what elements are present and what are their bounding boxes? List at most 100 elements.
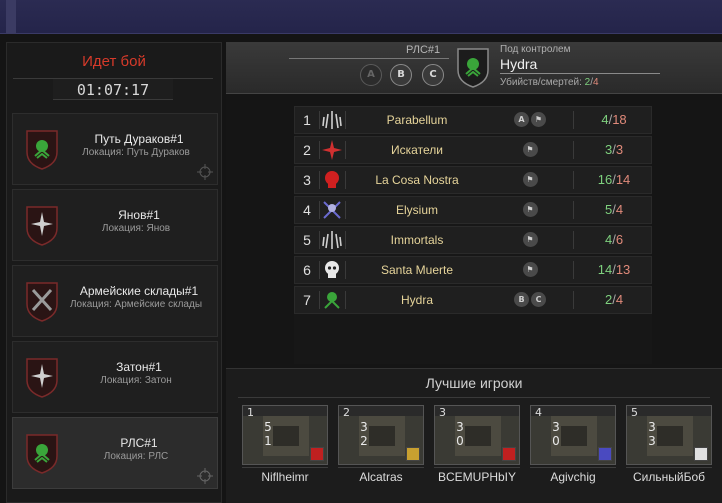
player-card[interactable]: 533 [626,405,712,465]
cap-b-icon: B [514,292,529,307]
player-stat-top: 5 [264,420,272,434]
clan-name: Santa Muerte [380,263,454,277]
clan-rank: 5 [303,232,311,248]
cap-c-indicator: C [422,64,444,86]
clan-caps: A ⚑ [495,112,565,128]
player-name[interactable]: Alcatras [338,467,424,484]
player-stat-top: 3 [552,420,560,434]
flag-icon: ⚑ [531,112,546,127]
clan-deaths: 14 [615,172,631,187]
player-stat-bottom: 2 [360,434,368,448]
gold-badge-icon [406,447,420,461]
location-title: Армейские склады#1 [79,284,199,298]
player-stat-bottom: 1 [264,434,272,448]
flag-icon: ⚑ [522,172,538,187]
hydra-emblem-icon [26,434,58,474]
player-stat-top: 3 [456,420,464,434]
clan-caps: ⚑ [495,172,565,188]
clan-kd: 5/4 [604,202,624,217]
clan-caps: ⚑ [495,232,565,248]
clan-rank: 3 [303,172,311,188]
best-players-title: Лучшие игроки [425,375,523,391]
player-name[interactable]: СильныйБоб [626,467,712,484]
crosshair-icon [197,164,213,180]
player-rank: 4 [535,406,542,419]
clan-deaths: 4 [615,202,624,217]
flag-icon: ⚑ [522,202,538,217]
clan-kills: 16 [597,172,613,187]
location-item-yanov[interactable]: Янов#1 Локация: Янов [12,189,218,261]
location-sub: Локация: Армейские склады [69,299,203,310]
battle-timer: 01:07:17 [13,78,213,100]
clan-deaths: 4 [615,292,624,307]
clan-kd: 2/4 [604,292,624,307]
clan-row[interactable]: 4 Elysium ⚑ 5/4 [294,196,652,224]
player-stat-bottom: 0 [552,434,560,448]
location-title: РЛС#1 [120,436,158,450]
location-item-rls[interactable]: РЛС#1 Локация: РЛС [12,417,218,489]
clan-deaths: 18 [612,112,627,127]
player-card[interactable]: 232 [338,405,424,465]
top-bar [0,0,722,34]
clan-kills: 4 [604,232,613,247]
player-card[interactable]: 430 [530,405,616,465]
point-name: РЛС#1 [406,44,441,56]
clan-caps: ⚑ [495,262,565,278]
white-skull-emblem-icon [325,261,339,278]
red-skull-emblem-icon [325,171,339,188]
clan-deaths: 13 [615,262,631,277]
crossed-swords-icon [26,282,58,322]
control-stats: Убийств/смертей: 2/4 [500,77,599,88]
clan-caps: ⚑ [495,142,565,158]
compass-star-icon [26,206,58,246]
location-title: Затон#1 [116,360,162,374]
cap-a-indicator: A [360,64,382,86]
clan-kills: 14 [597,262,613,277]
wings-emblem-icon [322,231,342,249]
clan-kd: 14/13 [597,262,631,277]
clan-row[interactable]: 7 Hydra B C 2/4 [294,286,652,314]
locations-panel: Идет бой 01:07:17 Путь Дураков#1 Локация… [6,42,222,503]
location-sub: Локация: РЛС [103,451,169,462]
flag-icon: ⚑ [522,232,538,247]
clan-row[interactable]: 1 Parabellum A ⚑ 4/18 [294,106,652,134]
clan-row[interactable]: 6 Santa Muerte ⚑ 14/13 [294,256,652,284]
red-skull-badge-icon [502,447,516,461]
location-item-zaton[interactable]: Затон#1 Локация: Затон [12,341,218,413]
clan-kd: 4/18 [601,112,627,127]
crosshair-icon [197,468,213,484]
location-sub: Локация: Путь Дураков [82,147,190,158]
location-item-put-durakov[interactable]: Путь Дураков#1 Локация: Путь Дураков [12,113,218,185]
battle-panel: РЛС#1 A B C Под контролем Hydra Убийств/… [226,42,722,503]
player-rank: 5 [631,406,638,419]
clan-kills: 5 [604,202,613,217]
clan-deaths: 6 [615,232,624,247]
clan-rank: 2 [303,142,311,158]
clan-table: 1 Parabellum A ⚑ 4/18 2 Искатели ⚑ 3/3 3 La Cosa N… [294,106,652,364]
player-name[interactable]: Agivchig [530,467,616,484]
player-name[interactable]: Niflheimr [242,467,328,484]
location-sub: Локация: Затон [100,375,172,386]
player-card[interactable]: 330 [434,405,520,465]
location-item-army-warehouses[interactable]: Армейские склады#1 Локация: Армейские ск… [12,265,218,337]
clan-name: Immortals [390,233,444,247]
clan-kd: 4/6 [604,232,624,247]
clan-row[interactable]: 3 La Cosa Nostra ⚑ 16/14 [294,166,652,194]
player-name[interactable]: BCEMUPHbIY [434,467,520,484]
clan-kills: 3 [604,142,613,157]
compass-star-icon [26,358,58,398]
player-rank: 2 [343,406,350,419]
player-stat-bottom: 3 [648,434,656,448]
hydra-emblem-icon [457,48,489,88]
clan-row[interactable]: 5 Immortals ⚑ 4/6 [294,226,652,254]
clan-row[interactable]: 2 Искатели ⚑ 3/3 [294,136,652,164]
location-title: Путь Дураков#1 [94,132,184,146]
clan-name: La Cosa Nostra [375,173,459,187]
player-card[interactable]: 151 [242,405,328,465]
red-compass-emblem-icon [322,140,342,160]
player-rank: 1 [247,406,254,419]
wings-emblem-icon [322,111,342,129]
cap-b-indicator: B [390,64,412,86]
clan-caps: BC [495,292,565,308]
blue-badge-icon [598,447,612,461]
